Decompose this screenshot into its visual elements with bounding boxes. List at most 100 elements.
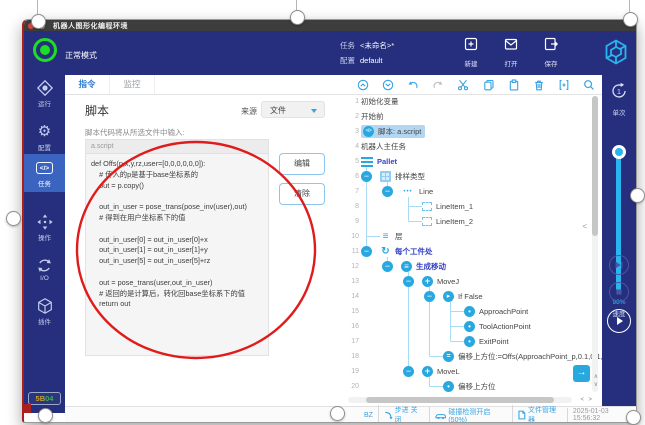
stop-button[interactable] [609, 282, 629, 302]
pallet-icon [361, 157, 373, 167]
tree-row[interactable]: 9LineItem_2 [346, 214, 602, 229]
status-collision[interactable]: 碰撞检测开启(50%) [429, 407, 513, 424]
collapse-node-icon[interactable]: − [403, 276, 414, 287]
tree-row-number: 15 [346, 308, 359, 315]
annotation-handle[interactable] [38, 408, 53, 423]
tree-row-label: MoveJ [437, 277, 459, 286]
collapse-node-icon[interactable]: − [403, 366, 414, 377]
tree-row[interactable]: 17•ExitPoint [346, 334, 602, 349]
tree-row[interactable]: 6−排样类型 [346, 169, 602, 184]
sidebar-item-plugin[interactable]: 插件 [24, 297, 65, 326]
tree-row[interactable]: 12−≡生成移动 [346, 259, 602, 274]
expand-all-icon[interactable] [375, 78, 400, 92]
tree-row[interactable]: 16•ToolActionPoint [346, 319, 602, 334]
open-button-label: 打开 [491, 58, 531, 68]
redo-icon[interactable] [426, 78, 451, 92]
sidebar-item-io[interactable]: I/O [24, 256, 65, 282]
tree-row[interactable]: 10≡层 [346, 229, 602, 244]
device-id-left: 5B [36, 394, 46, 403]
tree-row-label: LineItem_2 [436, 217, 473, 226]
tree-row[interactable]: 1初始化变量 [346, 94, 602, 109]
loop-icon: ↻ [380, 246, 391, 257]
collapse-node-icon[interactable]: − [382, 261, 393, 272]
annotation-handle[interactable] [630, 188, 645, 203]
delete-icon[interactable] [526, 78, 551, 92]
tree-row[interactable]: 18=偏移上方位:=Offs(ApproachPoint_p,0.1,0.1, [346, 349, 602, 364]
point-icon: • [464, 306, 475, 317]
tree-row[interactable]: 3</>脚本: a.script [346, 124, 602, 139]
tree-row[interactable]: 5Pallet [346, 154, 602, 169]
task-value: <未命名>* [360, 41, 394, 50]
collapse-node-icon[interactable]: − [382, 186, 393, 197]
insert-bracket-icon[interactable] [552, 78, 577, 92]
left-sidebar: 运行 ⚙ 配置 </> 任务 操作 I/O 插件 5B04 [24, 75, 65, 413]
tree-row[interactable]: 15•ApproachPoint [346, 304, 602, 319]
tree-row[interactable]: 11−↻每个工件处 [346, 244, 602, 259]
status-file-manager[interactable]: 文件管理器 [512, 405, 567, 423]
vertical-scrollbar[interactable] [592, 96, 598, 392]
annotation-handle[interactable] [290, 10, 305, 25]
sidebar-item-operate[interactable]: 操作 [24, 213, 65, 242]
collapse-node-icon[interactable]: − [361, 246, 372, 257]
tree-row-label: If False [458, 292, 483, 301]
point-icon: • [464, 321, 475, 332]
scroll-up-icon[interactable]: ∧ [594, 374, 598, 380]
horizontal-scrollbar-thumb[interactable] [366, 397, 554, 403]
scroll-right-icon[interactable]: > [588, 397, 592, 403]
speed-slider-knob[interactable] [612, 145, 626, 159]
tree-row[interactable]: 7−•••Line [346, 184, 602, 199]
paste-icon[interactable] [501, 78, 526, 92]
mode-status-icon [33, 38, 57, 62]
tree-body: 1初始化变量2开始前3</>脚本: a.script4机器人主任务5Pallet… [346, 94, 602, 406]
scroll-left-icon[interactable]: < [580, 397, 584, 403]
tree-row[interactable]: 20•偏移上方位 [346, 379, 602, 394]
step-forward-button[interactable] [609, 255, 629, 275]
scroll-down-icon[interactable]: ∨ [594, 382, 598, 388]
sidebar-item-config[interactable]: ⚙ 配置 [24, 123, 65, 152]
panel-collapse-icon[interactable]: < [582, 222, 587, 231]
clear-button[interactable]: 清除 [279, 183, 325, 205]
operate-move-icon [24, 213, 65, 231]
tree-row-label: 每个工件处 [395, 246, 433, 257]
annotation-handle[interactable] [31, 14, 46, 29]
tab-monitor[interactable]: 监控 [110, 75, 155, 94]
cut-icon[interactable] [451, 78, 476, 92]
dashed-icon [422, 217, 432, 226]
edit-button[interactable]: 编辑 [279, 153, 325, 175]
annotation-handle[interactable] [623, 12, 638, 27]
tab-instruction[interactable]: 指令 [65, 75, 110, 94]
source-select[interactable]: 文件 [261, 101, 325, 118]
save-task-button[interactable]: 保存 [531, 36, 571, 68]
horizontal-scrollbar[interactable] [348, 397, 572, 403]
tree-rows: 1初始化变量2开始前3</>脚本: a.script4机器人主任务5Pallet… [346, 94, 602, 394]
goto-selected-button[interactable]: → [573, 365, 590, 382]
script-hint-text: 脚本代码将从所选文件中输入: [85, 127, 185, 138]
collapse-all-icon[interactable] [350, 78, 375, 92]
tree-row[interactable]: 19−+MoveL [346, 364, 602, 379]
config-label: 配置 [340, 56, 355, 65]
collapse-node-icon[interactable]: − [361, 171, 372, 182]
tree-row-number: 6 [346, 173, 359, 180]
tree-row[interactable]: 8LineItem_1 [346, 199, 602, 214]
search-icon[interactable] [577, 78, 602, 92]
undo-icon[interactable] [400, 78, 425, 92]
play-button[interactable] [607, 309, 631, 333]
status-step-toggle[interactable]: 步进 关闭 [378, 405, 429, 423]
open-task-button[interactable]: 打开 [491, 36, 531, 68]
script-code-box[interactable]: a.script def Offs(p,x,y,rz,user=[0,0,0,0… [85, 139, 269, 356]
collapse-node-icon[interactable]: − [424, 291, 435, 302]
window-title: 机器人图形化编程环境 [53, 21, 128, 31]
single-run-button[interactable]: 1 单次 [602, 81, 636, 117]
tree-row-number: 13 [346, 278, 359, 285]
new-task-button[interactable]: 新建 [451, 36, 491, 68]
copy-icon[interactable] [476, 78, 501, 92]
sidebar-item-task[interactable]: </> 任务 [24, 154, 65, 192]
tree-row[interactable]: 2开始前 [346, 109, 602, 124]
annotation-handle[interactable] [330, 406, 345, 421]
vertical-scrollbar-thumb[interactable] [592, 96, 598, 236]
tree-row[interactable]: 13−+MoveJ [346, 274, 602, 289]
sidebar-item-run[interactable]: 运行 [24, 79, 65, 108]
tree-row[interactable]: 14−▸If False [346, 289, 602, 304]
tree-row[interactable]: 4机器人主任务 [346, 139, 602, 154]
annotation-handle[interactable] [6, 211, 21, 226]
